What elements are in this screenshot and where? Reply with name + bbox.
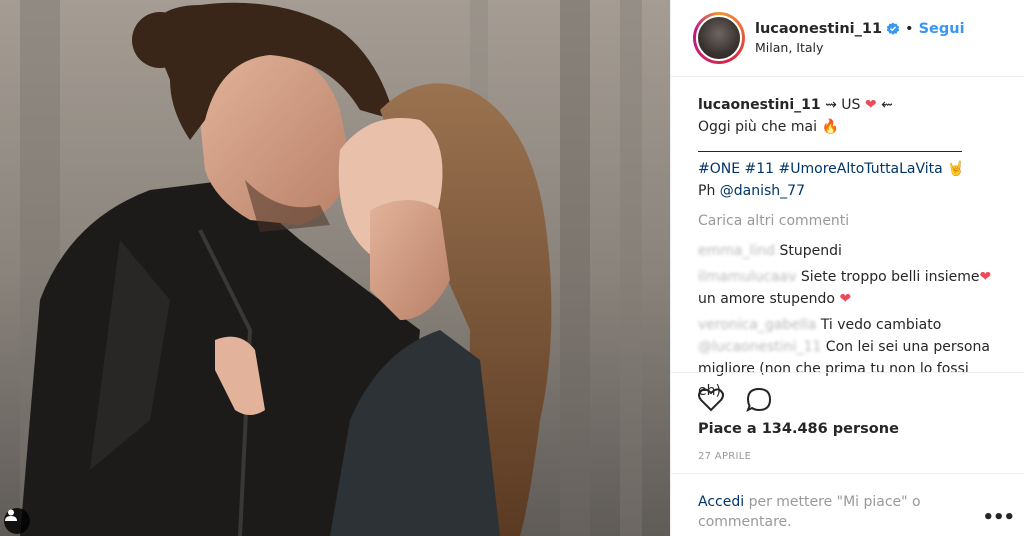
caption-line1-end: ⇜ (876, 97, 893, 113)
red-heart-emoji-icon: ❤ (864, 97, 877, 113)
login-link[interactable]: Accedi (698, 494, 744, 510)
post-date[interactable]: 27 APRILE (698, 451, 751, 462)
header-username[interactable]: lucaonestini_11 (755, 21, 882, 37)
more-options-icon[interactable]: ••• (982, 507, 1015, 528)
caption-hashtags[interactable]: #ONE #11 #UmoreAltoTuttaLaVita (698, 161, 943, 177)
heart-outline-icon[interactable] (696, 385, 726, 415)
comment-username[interactable]: emma_lind (698, 243, 775, 259)
comment-text-2: un amore stupendo (698, 291, 835, 307)
caption-divider (698, 138, 962, 152)
couple-kiss-illustration (0, 0, 670, 536)
verified-badge-icon (886, 22, 900, 36)
comment-text: Siete troppo belli insieme (800, 269, 980, 285)
follow-button[interactable]: Segui (919, 21, 965, 37)
red-heart-emoji-icon: ❤ (979, 269, 992, 285)
location-link[interactable]: Milan, Italy (755, 40, 965, 55)
login-prompt: Accedi per mettere "Mi piace" o commenta… (671, 473, 1024, 532)
caption-author[interactable]: lucaonestini_11 (698, 97, 821, 113)
caption: lucaonestini_11 ⇝ US ❤ ⇜ Oggi più che ma… (698, 94, 998, 202)
comment-bubble-icon[interactable] (744, 385, 774, 415)
comment-item: emma_lind Stupendi (698, 240, 998, 262)
caption-line1: ⇝ US (820, 97, 865, 113)
comment-text: Stupendi (779, 243, 842, 259)
post-sidebar: lucaonestini_11 • Segui Milan, Italy luc… (670, 0, 1024, 536)
comment-username[interactable]: veronica_gabella (698, 317, 816, 333)
header-text: lucaonestini_11 • Segui Milan, Italy (755, 21, 965, 55)
red-heart-emoji-icon: ❤ (839, 291, 852, 307)
separator-dot: • (905, 21, 914, 37)
action-bar (671, 372, 1024, 423)
avatar-story-ring[interactable] (693, 12, 745, 64)
photo-credit-prefix: Ph (698, 183, 720, 199)
likes-count[interactable]: Piace a 134.486 persone (698, 421, 899, 437)
comment-mention[interactable]: @lucaonestini_11 (698, 339, 821, 355)
instagram-post: lucaonestini_11 • Segui Milan, Italy luc… (0, 0, 1024, 536)
caption-line2: Oggi più che mai (698, 119, 817, 135)
horns-emoji-icon: 🤘 (947, 161, 965, 177)
fire-emoji-icon: 🔥 (821, 119, 839, 135)
load-more-comments-button[interactable]: Carica altri commenti (698, 210, 998, 232)
comment-text: Ti vedo cambiato (820, 317, 942, 333)
comments-section: lucaonestini_11 ⇝ US ❤ ⇜ Oggi più che ma… (698, 94, 998, 402)
post-photo[interactable] (0, 0, 670, 536)
comment-item: ilmamulucaav Siete troppo belli insieme❤… (698, 266, 998, 310)
photo-credit-link[interactable]: @danish_77 (720, 183, 805, 199)
user-tag-icon[interactable] (4, 508, 30, 534)
post-header: lucaonestini_11 • Segui Milan, Italy (671, 0, 1024, 77)
avatar[interactable] (696, 15, 742, 61)
comment-username[interactable]: ilmamulucaav (698, 269, 796, 285)
